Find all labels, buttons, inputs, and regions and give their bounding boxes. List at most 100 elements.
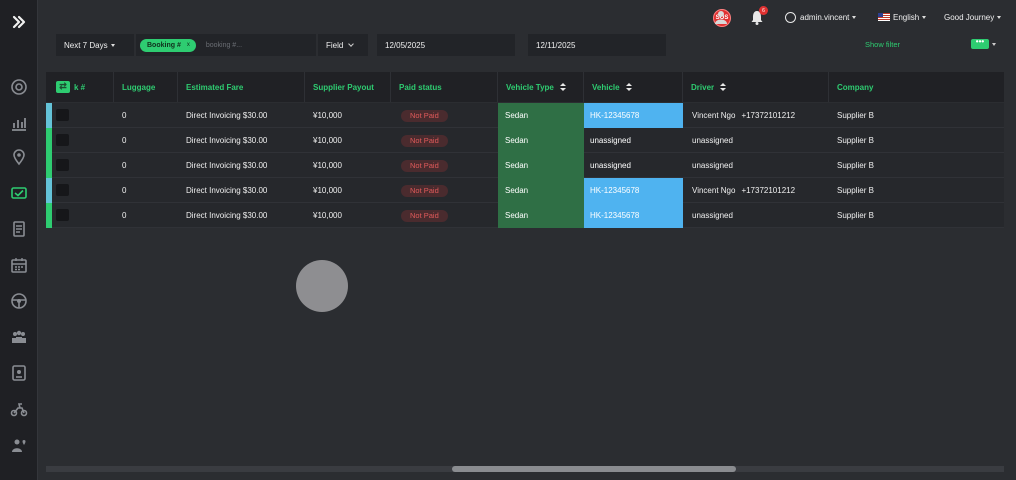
language-select[interactable]: English — [878, 9, 927, 25]
driver-phone: +17372101212 — [741, 111, 796, 120]
scrollbar-thumb[interactable] — [452, 466, 736, 472]
paid-status-badge: Not Paid — [401, 184, 448, 197]
company-select[interactable]: Good Journey — [944, 9, 1002, 25]
map-pin-icon[interactable] — [10, 148, 28, 166]
chevron-down-icon — [348, 41, 355, 47]
col-vehicle-type[interactable]: Vehicle Type — [498, 72, 584, 102]
col-paid-status[interactable]: Paid status — [391, 72, 498, 102]
driver-name: unassigned — [692, 161, 733, 170]
col-payout-label: Supplier Payout — [313, 82, 374, 92]
row-checkbox[interactable] — [56, 209, 69, 221]
field-label: Field — [326, 40, 344, 50]
col-estimated-fare[interactable]: Estimated Fare — [178, 72, 305, 102]
us-flag-icon — [878, 13, 890, 21]
row-checkbox[interactable] — [56, 159, 69, 171]
id-card-icon[interactable] — [10, 364, 28, 382]
group-icon[interactable] — [10, 328, 28, 346]
booking-chip-label: Booking # — [147, 41, 181, 49]
date-to-input[interactable]: 12/11/2025 — [528, 34, 666, 56]
vehicle-cell[interactable]: HK-12345678 — [584, 203, 683, 228]
fare-cell: Direct Invoicing $30.00 — [186, 111, 268, 120]
show-filter-link[interactable]: Show filter — [865, 40, 900, 49]
booking-chip[interactable]: Booking # x — [140, 38, 196, 52]
col-supplier-payout[interactable]: Supplier Payout — [305, 72, 391, 102]
luggage-cell: 0 — [122, 186, 127, 195]
col-vtype-label: Vehicle Type — [506, 82, 554, 92]
fare-cell: Direct Invoicing $30.00 — [186, 186, 268, 195]
scooter-icon[interactable] — [10, 400, 28, 418]
vehicle-type-cell: Sedan — [498, 203, 584, 228]
vehicle-cell[interactable]: unassigned — [584, 153, 683, 178]
date-range-label: Next 7 Days — [64, 40, 108, 50]
col-fare-label: Estimated Fare — [186, 82, 244, 92]
booking-check-icon[interactable] — [10, 184, 28, 202]
driver-cell: unassigned — [692, 128, 739, 153]
row-status-stripe — [46, 103, 52, 128]
fare-cell: Direct Invoicing $30.00 — [186, 161, 268, 170]
col-driver[interactable]: Driver — [683, 72, 829, 102]
table-header: ⇄ k # Luggage Estimated Fare Supplier Pa… — [46, 72, 1004, 102]
col-luggage-label: Luggage — [122, 82, 156, 92]
notification-badge: 6 — [759, 6, 768, 15]
bell-icon[interactable]: 6 — [750, 6, 768, 25]
vehicle-cell[interactable]: HK-12345678 — [584, 178, 683, 203]
booking-search[interactable]: Booking # x booking #... — [136, 34, 316, 56]
table-row[interactable]: 0 Direct Invoicing $30.00 ¥10,000 Not Pa… — [46, 203, 1004, 228]
steering-wheel-icon[interactable] — [10, 292, 28, 310]
row-checkbox[interactable] — [56, 184, 69, 196]
luggage-cell: 0 — [122, 161, 127, 170]
field-select[interactable]: Field — [318, 34, 368, 56]
payout-cell: ¥10,000 — [313, 111, 342, 120]
fare-cell: Direct Invoicing $30.00 — [186, 136, 268, 145]
col-vehicle-label: Vehicle — [592, 82, 620, 92]
row-checkbox[interactable] — [56, 134, 69, 146]
luggage-cell: 0 — [122, 211, 127, 220]
luggage-cell: 0 — [122, 111, 127, 120]
driver-icon[interactable] — [713, 9, 733, 25]
table-row[interactable]: 0 Direct Invoicing $30.00 ¥10,000 Not Pa… — [46, 153, 1004, 178]
table-row[interactable]: 0 Direct Invoicing $30.00 ¥10,000 Not Pa… — [46, 178, 1004, 203]
company-cell: Supplier B — [837, 211, 874, 220]
more-caret-icon[interactable] — [992, 43, 996, 46]
vehicle-type-cell: Sedan — [498, 153, 584, 178]
user-map-icon[interactable] — [10, 436, 28, 454]
user-menu[interactable]: admin.vincent — [785, 9, 857, 25]
paid-status-badge: Not Paid — [401, 209, 448, 222]
payout-cell: ¥10,000 — [313, 136, 342, 145]
sort-icon[interactable] — [625, 82, 632, 92]
target-icon[interactable] — [10, 78, 28, 96]
double-chevron-right-icon[interactable] — [11, 14, 27, 30]
company-cell: Supplier B — [837, 161, 874, 170]
touch-cursor-indicator — [296, 260, 348, 312]
col-company[interactable]: Company — [829, 72, 1004, 102]
paid-status-badge: Not Paid — [401, 109, 448, 122]
date-from-input[interactable]: 12/05/2025 — [377, 34, 515, 56]
date-from-value: 12/05/2025 — [385, 40, 426, 50]
vehicle-cell[interactable]: HK-12345678 — [584, 103, 683, 128]
row-checkbox[interactable] — [56, 109, 69, 121]
sort-icon[interactable] — [720, 82, 727, 92]
company-cell: Supplier B — [837, 136, 874, 145]
col-vehicle[interactable]: Vehicle — [584, 72, 683, 102]
col-booking[interactable]: ⇄ k # — [46, 72, 114, 102]
more-options-button[interactable]: ••• — [971, 38, 989, 49]
calendar-icon[interactable] — [10, 256, 28, 274]
col-driver-label: Driver — [691, 82, 715, 92]
driver-cell: Vincent Ngo +17372101212 — [692, 178, 795, 203]
vehicle-cell[interactable]: unassigned — [584, 128, 683, 153]
select-all-checkbox[interactable]: ⇄ — [56, 81, 70, 93]
luggage-cell: 0 — [122, 136, 127, 145]
user-icon — [785, 11, 796, 23]
driver-name: unassigned — [692, 211, 733, 220]
document-icon[interactable] — [10, 220, 28, 238]
top-bar: SOS 6 — [38, 0, 1016, 34]
table-row[interactable]: 0 Direct Invoicing $30.00 ¥10,000 Not Pa… — [46, 103, 1004, 128]
date-range-select[interactable]: Next 7 Days — [56, 34, 134, 56]
table-row[interactable]: 0 Direct Invoicing $30.00 ¥10,000 Not Pa… — [46, 128, 1004, 153]
chart-icon[interactable] — [10, 114, 28, 132]
chip-close-icon[interactable]: x — [187, 42, 190, 48]
driver-phone: +17372101212 — [741, 186, 796, 195]
sort-icon[interactable] — [559, 82, 566, 92]
col-luggage[interactable]: Luggage — [114, 72, 178, 102]
row-status-stripe — [46, 153, 52, 178]
